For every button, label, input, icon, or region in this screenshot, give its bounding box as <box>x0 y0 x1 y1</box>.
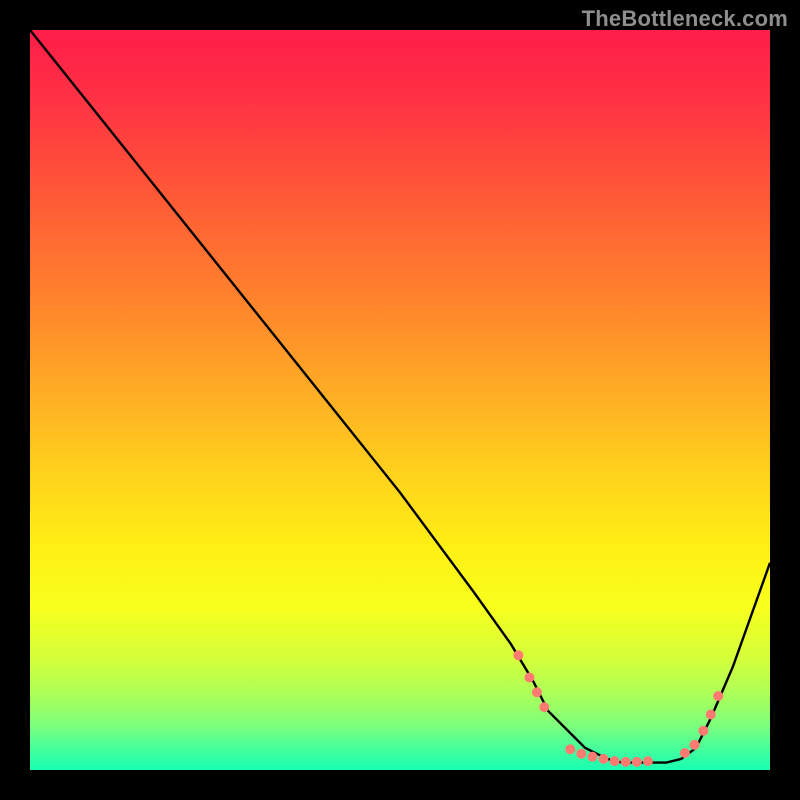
marker-dot <box>610 756 620 766</box>
marker-dot <box>706 710 716 720</box>
watermark-text: TheBottleneck.com <box>582 6 788 32</box>
marker-dot <box>576 749 586 759</box>
marker-dot <box>690 740 700 750</box>
marker-dot <box>565 744 575 754</box>
marker-dot <box>713 691 723 701</box>
marker-dot <box>532 687 542 697</box>
marker-dot <box>643 756 653 766</box>
marker-dot <box>698 726 708 736</box>
marker-dot <box>680 748 690 758</box>
chart-svg <box>30 30 770 770</box>
marker-dot <box>599 754 609 764</box>
marker-dot <box>513 650 523 660</box>
marker-dot <box>525 673 535 683</box>
marker-dot <box>587 752 597 762</box>
gradient-background <box>30 30 770 770</box>
chart-frame: TheBottleneck.com <box>0 0 800 800</box>
plot-area <box>30 30 770 770</box>
marker-dot <box>539 702 549 712</box>
marker-dot <box>632 757 642 767</box>
marker-dot <box>621 757 631 767</box>
